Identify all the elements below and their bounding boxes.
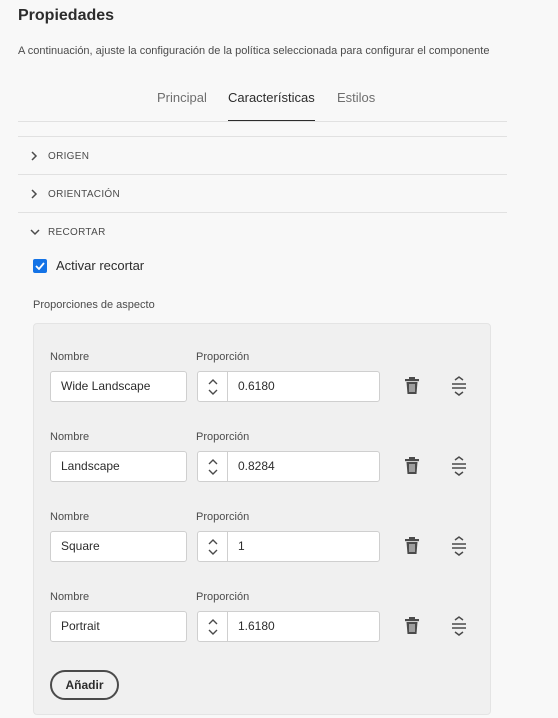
stepper-up-down-icon — [208, 378, 217, 395]
aspect-ratio-row: Nombre Proporción Wide Landscape 0.6180 — [34, 351, 492, 431]
ratio-field: 1.6180 — [197, 611, 380, 642]
tab-caracteristicas[interactable]: Características — [228, 88, 315, 122]
ratio-field: 0.8284 — [197, 451, 380, 482]
tab-estilos[interactable]: Estilos — [337, 88, 375, 122]
enable-crop-label: Activar recortar — [56, 258, 145, 273]
name-input[interactable]: Square — [50, 531, 187, 562]
tab-bar: Principal Características Estilos — [0, 88, 558, 122]
drag-handle-icon[interactable] — [450, 376, 468, 396]
name-input[interactable]: Wide Landscape — [50, 371, 187, 402]
chevron-right-icon — [30, 151, 44, 161]
ratio-input[interactable]: 1.6180 — [238, 612, 275, 641]
ratio-label: Proporción — [196, 431, 250, 443]
stepper-up-down-icon — [208, 618, 217, 635]
ratio-input[interactable]: 0.6180 — [238, 372, 275, 401]
page-title: Propiedades — [18, 7, 115, 24]
name-input[interactable]: Portrait — [50, 611, 187, 642]
add-button[interactable]: Añadir — [50, 670, 119, 700]
ratio-stepper[interactable] — [198, 372, 228, 401]
name-label: Nombre — [50, 591, 90, 603]
stepper-up-down-icon — [208, 458, 217, 475]
page-subtitle: A continuación, ajuste la configuración … — [18, 45, 490, 57]
delete-icon[interactable] — [403, 456, 421, 476]
drag-handle-icon[interactable] — [450, 616, 468, 636]
chevron-right-icon — [30, 189, 44, 199]
accordion-orientacion[interactable]: ORIENTACIÓN — [18, 176, 507, 212]
aspect-ratios-label: Proporciones de aspecto — [33, 299, 155, 311]
ratio-label: Proporción — [196, 511, 250, 523]
delete-icon[interactable] — [403, 616, 421, 636]
drag-handle-icon[interactable] — [450, 536, 468, 556]
name-input[interactable]: Landscape — [50, 451, 187, 482]
tab-principal[interactable]: Principal — [157, 88, 207, 122]
delete-icon[interactable] — [403, 376, 421, 396]
name-label: Nombre — [50, 511, 90, 523]
ratio-input[interactable]: 0.8284 — [238, 452, 275, 481]
name-label: Nombre — [50, 351, 90, 363]
enable-crop-checkbox[interactable]: Activar recortar — [33, 258, 144, 273]
divider — [18, 212, 507, 213]
divider — [18, 174, 507, 175]
accordion-recortar[interactable]: RECORTAR — [18, 214, 507, 250]
ratio-label: Proporción — [196, 591, 250, 603]
aspect-ratios-panel: Nombre Proporción Wide Landscape 0.6180 … — [33, 323, 491, 715]
ratio-stepper[interactable] — [198, 452, 228, 481]
tabs-divider — [18, 121, 507, 122]
divider — [18, 136, 507, 137]
ratio-stepper[interactable] — [198, 612, 228, 641]
ratio-label: Proporción — [196, 351, 250, 363]
name-label: Nombre — [50, 431, 90, 443]
accordion-label: ORIGEN — [48, 150, 90, 162]
accordion-label: ORIENTACIÓN — [48, 188, 121, 200]
ratio-stepper[interactable] — [198, 532, 228, 561]
ratio-field: 1 — [197, 531, 380, 562]
ratio-input[interactable]: 1 — [238, 532, 245, 561]
checkmark-icon — [33, 258, 47, 273]
accordion-origen[interactable]: ORIGEN — [18, 138, 507, 174]
chevron-down-icon — [30, 228, 44, 236]
aspect-ratio-row: Nombre Proporción Portrait 1.6180 — [34, 591, 492, 671]
stepper-up-down-icon — [208, 538, 217, 555]
drag-handle-icon[interactable] — [450, 456, 468, 476]
delete-icon[interactable] — [403, 536, 421, 556]
aspect-ratio-row: Nombre Proporción Square 1 — [34, 511, 492, 591]
ratio-field: 0.6180 — [197, 371, 380, 402]
aspect-ratio-row: Nombre Proporción Landscape 0.8284 — [34, 431, 492, 511]
accordion-label: RECORTAR — [48, 226, 106, 238]
